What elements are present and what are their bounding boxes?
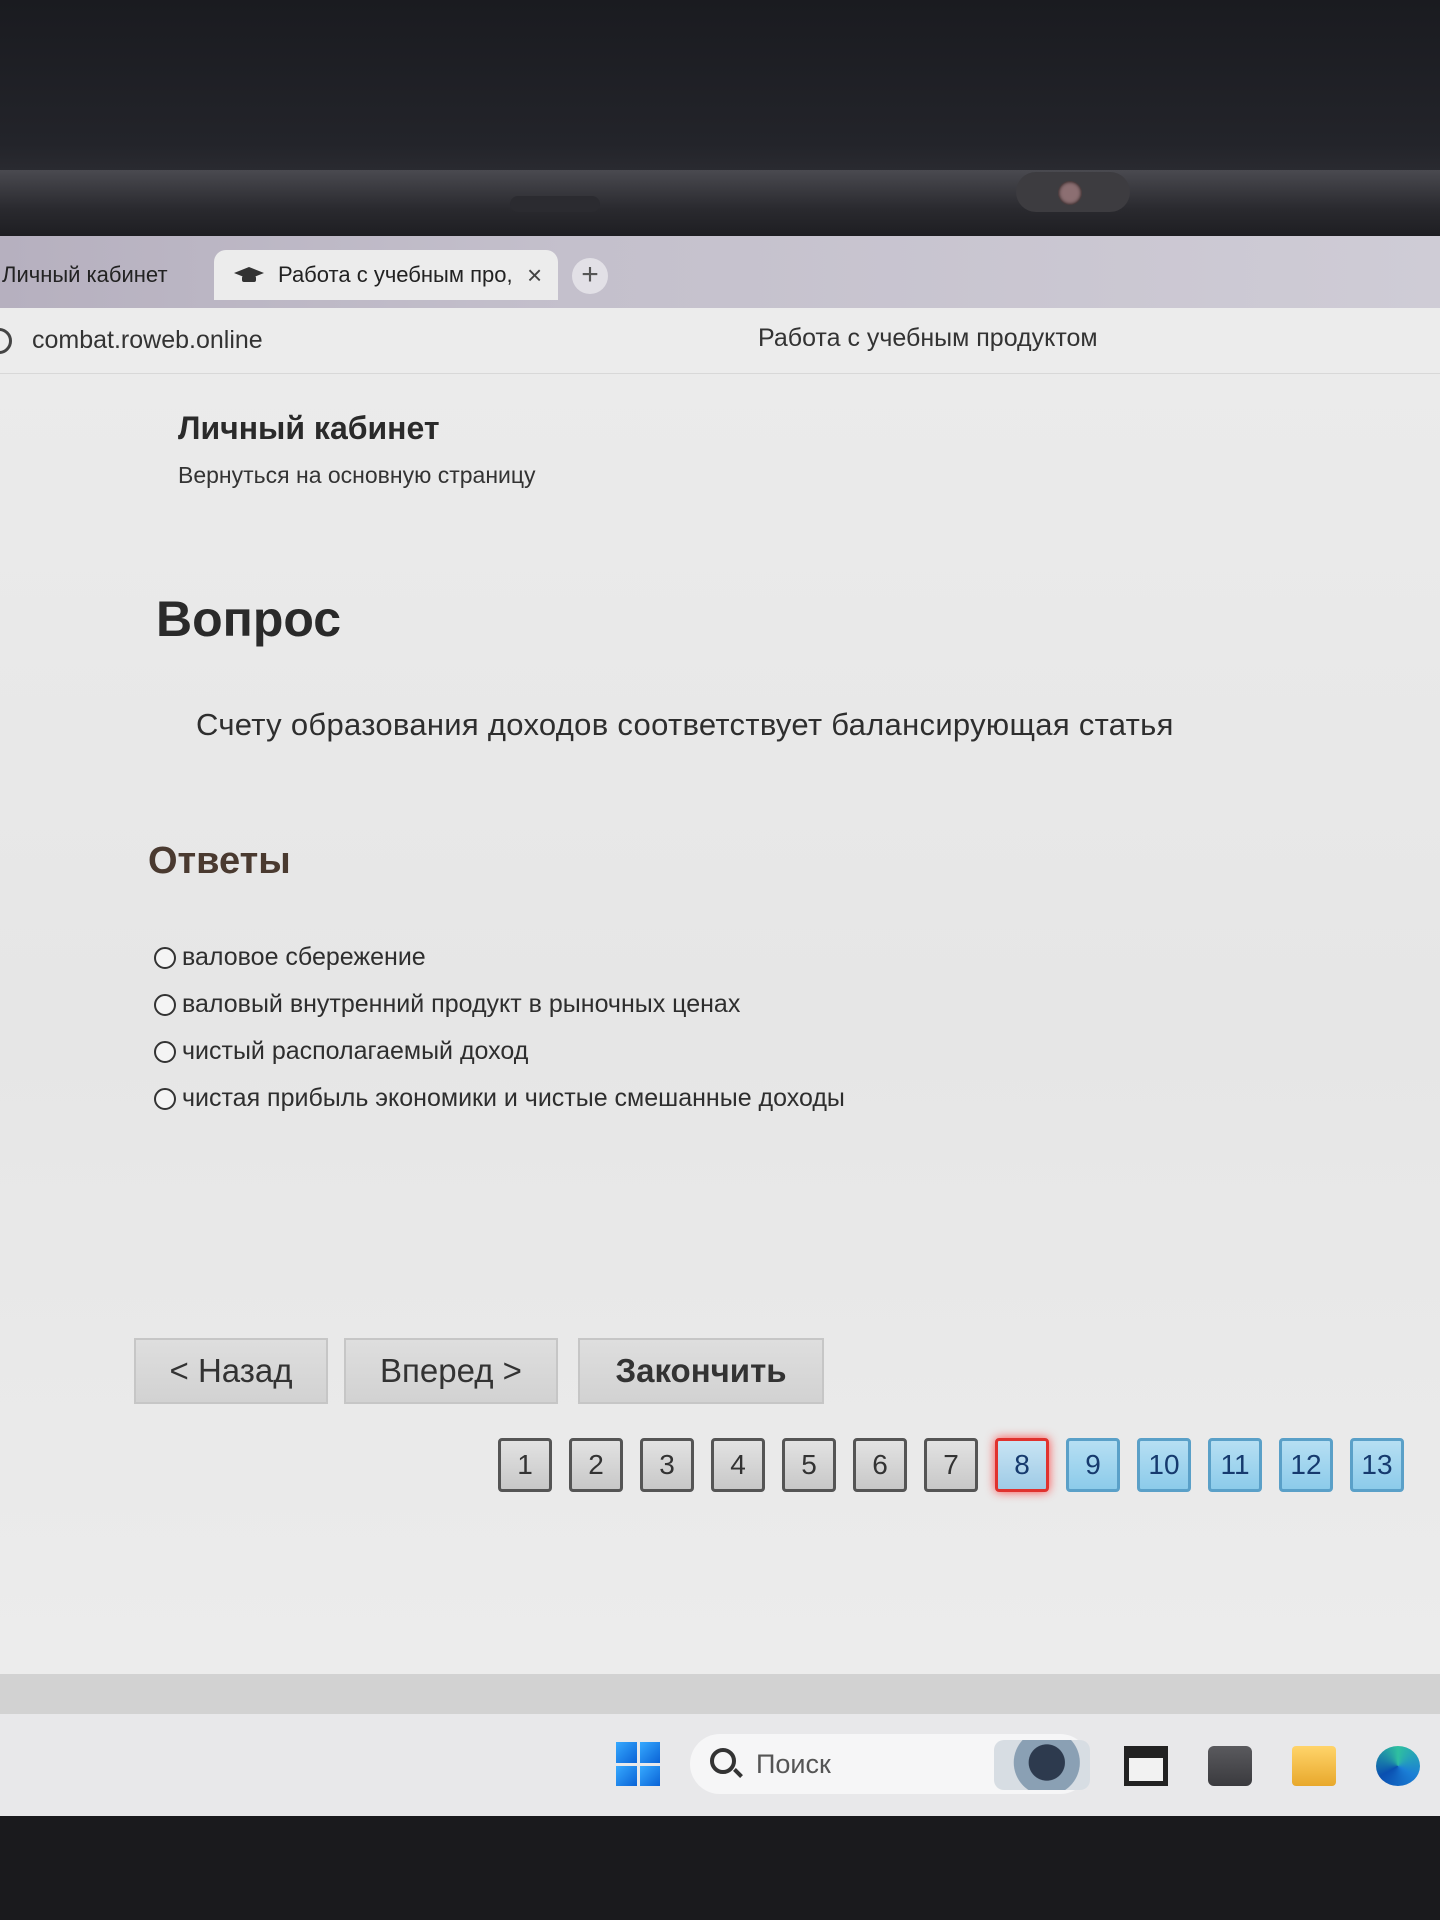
answer-option[interactable]: чистый располагаемый доход	[154, 1028, 845, 1075]
answer-option[interactable]: валовый внутренний продукт в рыночных це…	[154, 981, 845, 1028]
radio-button[interactable]	[154, 993, 176, 1016]
page-button-5[interactable]: 5	[782, 1438, 836, 1492]
widget-bird-icon[interactable]	[994, 1740, 1090, 1790]
address-bar[interactable]: combat.roweb.online Работа с учебным про…	[0, 308, 1440, 374]
page-button-8[interactable]: 8	[995, 1438, 1049, 1492]
windows-start-icon[interactable]	[616, 1742, 660, 1786]
answer-label: валовое сбережение	[182, 943, 426, 971]
radio-button[interactable]	[154, 946, 176, 969]
browser-tab-strip: Личный кабинет Работа с учебным про, × +	[0, 236, 1440, 308]
page-button-1[interactable]: 1	[498, 1438, 552, 1492]
cabinet-title: Личный кабинет	[178, 410, 440, 446]
page-button-7[interactable]: 7	[924, 1438, 978, 1492]
finish-button[interactable]: Закончить	[578, 1338, 824, 1404]
page-button-6[interactable]: 6	[853, 1438, 907, 1492]
page-button-9[interactable]: 9	[1066, 1438, 1120, 1492]
answer-label: чистая прибыль экономики и чистые смешан…	[182, 1084, 845, 1112]
question-text: Счету образования доходов соответствует …	[196, 707, 1174, 742]
url-text[interactable]: combat.roweb.online	[32, 326, 263, 355]
answers-heading: Ответы	[148, 840, 291, 882]
page-button-10[interactable]: 10	[1137, 1438, 1191, 1492]
bezel-notch	[510, 196, 600, 212]
screen-bottom-strip	[0, 1674, 1440, 1714]
answer-option[interactable]: чистая прибыль экономики и чистые смешан…	[154, 1075, 845, 1122]
tab-label: Работа с учебным про,	[278, 262, 513, 287]
tab-label: Личный кабинет	[2, 262, 168, 287]
answer-label: чистый располагаемый доход	[182, 1037, 529, 1065]
task-view-icon[interactable]	[1124, 1746, 1168, 1786]
file-explorer-icon[interactable]	[1292, 1746, 1336, 1786]
app-icon[interactable]	[1208, 1746, 1252, 1786]
page-button-4[interactable]: 4	[711, 1438, 765, 1492]
page-button-11[interactable]: 11	[1208, 1438, 1262, 1492]
radio-button[interactable]	[154, 1087, 176, 1110]
close-icon[interactable]: ×	[527, 260, 542, 291]
tab-training-product[interactable]: Работа с учебным про, ×	[214, 250, 558, 300]
search-icon	[710, 1748, 736, 1774]
radio-button[interactable]	[154, 1040, 176, 1063]
edge-icon[interactable]	[1376, 1746, 1420, 1786]
page-button-2[interactable]: 2	[569, 1438, 623, 1492]
next-button[interactable]: Вперед >	[344, 1338, 558, 1404]
page-button-12[interactable]: 12	[1279, 1438, 1333, 1492]
answers-list: валовое сбережение валовый внутренний пр…	[154, 934, 845, 1122]
question-pager: 1 2 3 4 5 6 7 8 9 10 11 12 13	[498, 1438, 1421, 1492]
page-button-3[interactable]: 3	[640, 1438, 694, 1492]
graduation-cap-icon	[234, 267, 264, 282]
back-to-main-link[interactable]: Вернуться на основную страницу	[178, 462, 536, 489]
back-button[interactable]: < Назад	[134, 1338, 328, 1404]
answer-option[interactable]: валовое сбережение	[154, 934, 845, 981]
page-title-bar: Работа с учебным продуктом	[758, 324, 1098, 352]
windows-taskbar: Поиск	[0, 1714, 1440, 1816]
webcam-icon	[1058, 181, 1082, 205]
tab-personal-cabinet[interactable]: Личный кабинет	[2, 250, 202, 300]
laptop-hinge	[0, 170, 1440, 240]
answer-label: валовый внутренний продукт в рыночных це…	[182, 990, 741, 1018]
laptop-bezel-bottom	[0, 1816, 1440, 1920]
question-heading: Вопрос	[156, 591, 342, 647]
site-info-icon[interactable]	[0, 328, 12, 354]
page-button-13[interactable]: 13	[1350, 1438, 1404, 1492]
page-content: Личный кабинет Вернуться на основную стр…	[0, 374, 1440, 1674]
search-label: Поиск	[756, 1749, 831, 1779]
laptop-screen: Личный кабинет Работа с учебным про, × +…	[0, 236, 1440, 1816]
new-tab-button[interactable]: +	[572, 258, 608, 294]
